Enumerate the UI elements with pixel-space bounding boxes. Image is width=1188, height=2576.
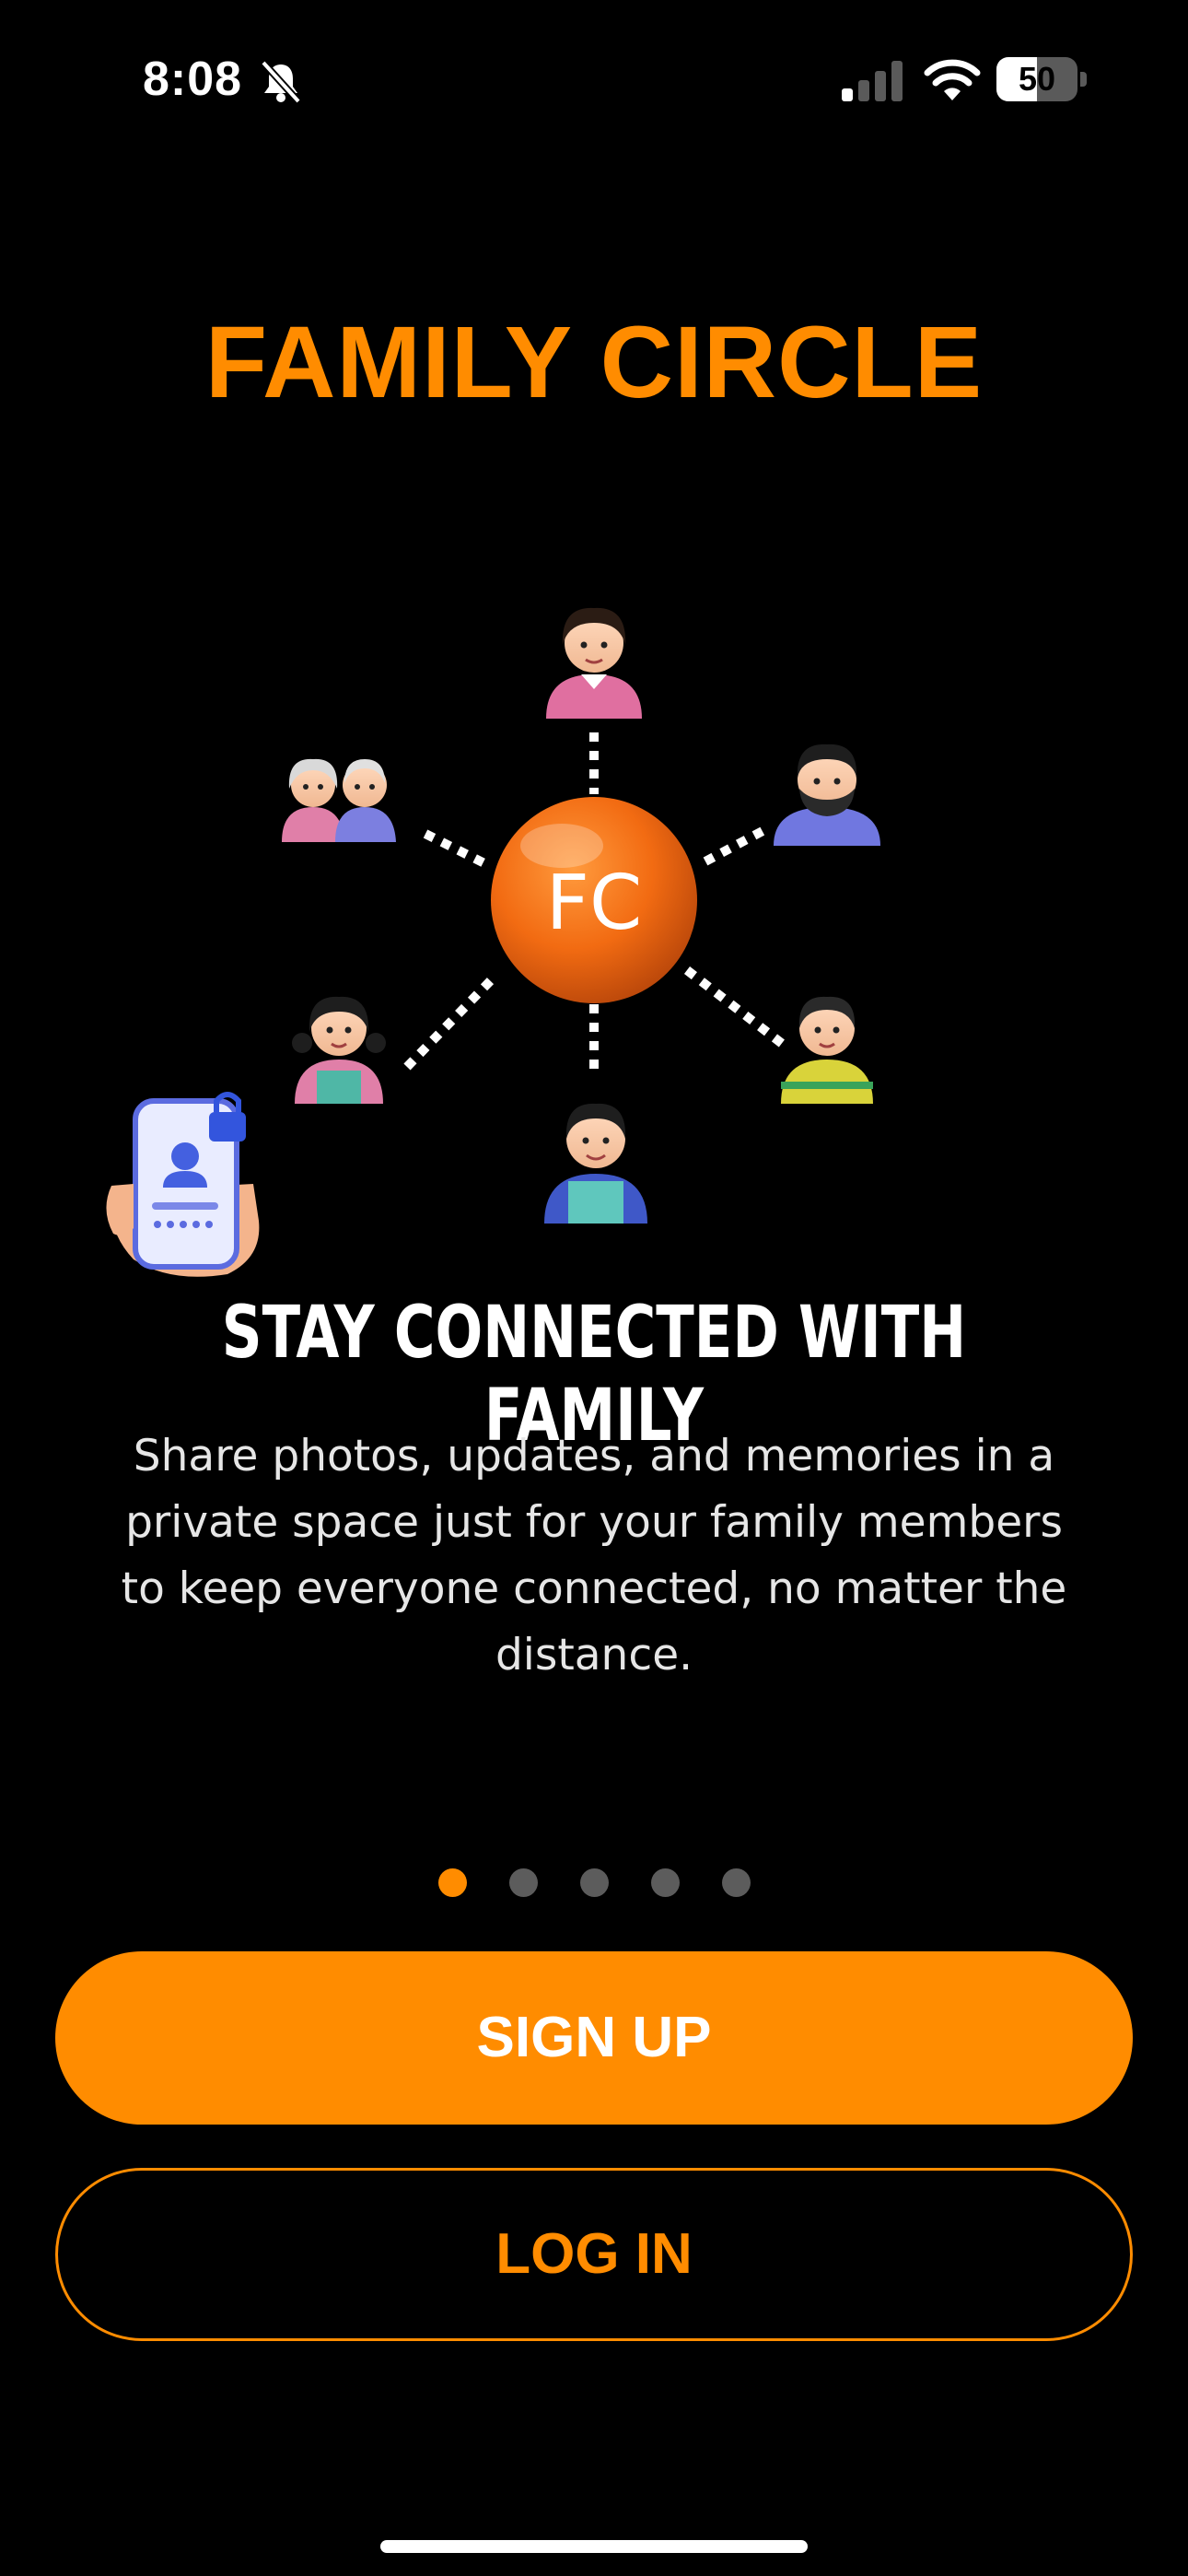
bearded-man-avatar bbox=[774, 744, 880, 846]
log-in-button[interactable]: LOG IN bbox=[55, 2168, 1133, 2341]
wifi-icon bbox=[924, 59, 981, 100]
status-time: 8:08 bbox=[143, 53, 243, 106]
home-indicator[interactable] bbox=[380, 2540, 808, 2553]
status-bar: 8:08 50 bbox=[0, 0, 1188, 157]
woman-avatar bbox=[546, 607, 642, 719]
battery-body: 50 bbox=[996, 57, 1077, 101]
girl-avatar bbox=[292, 996, 386, 1104]
signal-icon bbox=[842, 61, 903, 101]
boy-avatar bbox=[781, 996, 873, 1104]
battery-level: 50 bbox=[1018, 60, 1056, 98]
fc-orb: FC bbox=[491, 797, 697, 1003]
slide-description: Share photos, updates, and memories in a… bbox=[121, 1431, 1067, 1680]
page-indicator bbox=[0, 1868, 1188, 1898]
battery-tip bbox=[1080, 72, 1087, 87]
fc-orb-label: FC bbox=[546, 860, 642, 947]
sign-up-button[interactable]: SIGN UP bbox=[55, 1951, 1133, 2125]
page-dot-3[interactable] bbox=[579, 1868, 609, 1897]
bell-off-icon bbox=[261, 60, 301, 104]
page-dot-4[interactable] bbox=[650, 1868, 680, 1897]
app-title: FAMILY CIRCLE bbox=[204, 306, 984, 419]
page-dot-1[interactable] bbox=[437, 1868, 467, 1897]
battery-icon: 50 bbox=[996, 57, 1087, 101]
man-avatar bbox=[544, 1103, 647, 1224]
family-network-illustration: FC bbox=[0, 553, 1188, 1290]
grandparents-avatar bbox=[282, 758, 396, 842]
phone-login-icon bbox=[106, 1092, 260, 1277]
page-dot-5[interactable] bbox=[721, 1868, 751, 1897]
page-dot-2[interactable] bbox=[508, 1868, 538, 1897]
